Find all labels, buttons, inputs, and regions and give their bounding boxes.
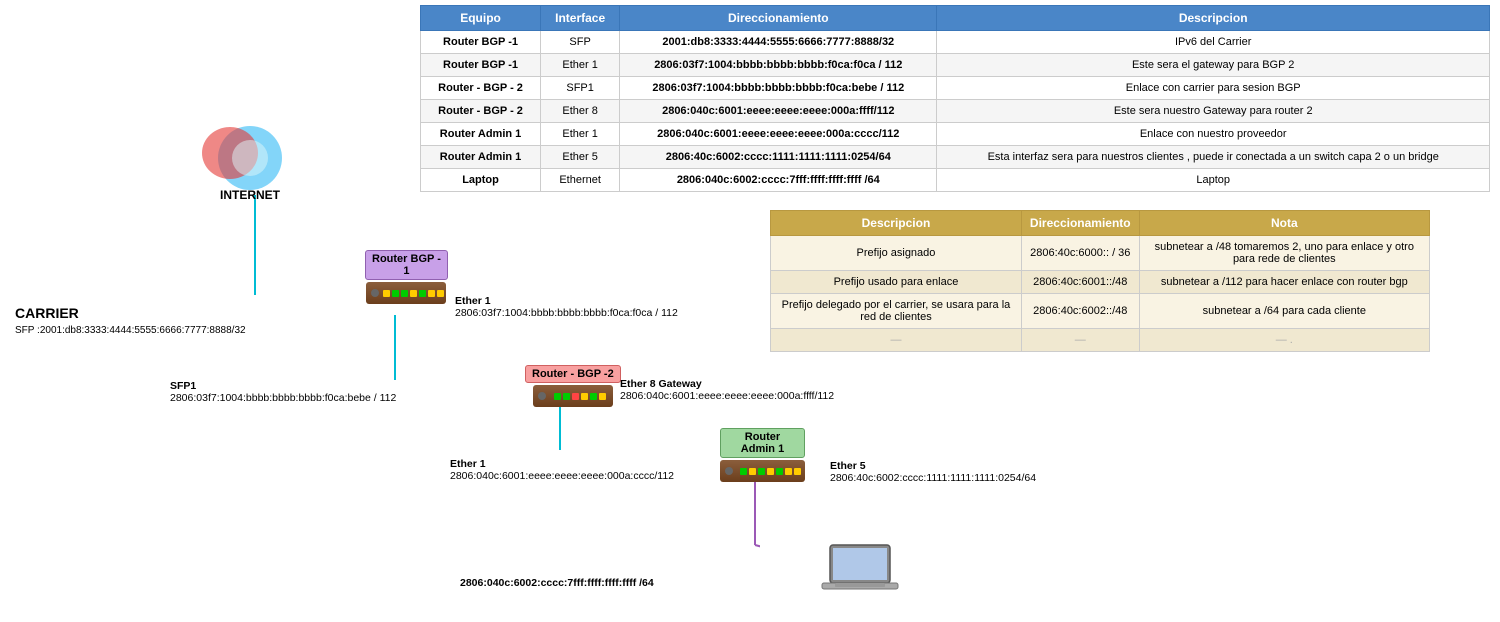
router-bgp1-label: Router BGP -1 <box>365 250 448 280</box>
secondary-table: Descripcion Direccionamiento Nota Prefij… <box>770 210 1430 352</box>
port3 <box>572 393 579 400</box>
router-bgp2-ports <box>554 393 606 400</box>
port5 <box>776 468 783 475</box>
router-bgp1-ports <box>383 290 444 297</box>
port1 <box>554 393 561 400</box>
sec-cell-nota: subnetear a /48 tomaremos 2, uno para en… <box>1139 236 1429 271</box>
port4 <box>581 393 588 400</box>
port7 <box>794 468 801 475</box>
laptop-svg <box>820 540 900 600</box>
admin1-ether1-label: Ether 1 2806:040c:6001:eeee:eeee:eeee:00… <box>450 458 674 482</box>
port4 <box>767 468 774 475</box>
table-row: Prefijo usado para enlace2806:40c:6001::… <box>771 271 1430 294</box>
cell-desc: Este sera nuestro Gateway para router 2 <box>937 100 1490 123</box>
sec-cell-desc: — <box>771 329 1022 352</box>
port7 <box>437 290 444 297</box>
admin1-ether5-label: Ether 5 2806:40c:6002:cccc:1111:1111:111… <box>830 460 1036 484</box>
sec-cell-nota: subnetear a /112 para hacer enlace con r… <box>1139 271 1429 294</box>
carrier-label: CARRIER SFP :2001:db8:3333:4444:5555:666… <box>15 305 246 336</box>
sec-cell-desc: Prefijo asignado <box>771 236 1022 271</box>
router-bgp1-box: Router BGP -1 <box>365 250 448 304</box>
table-row: Prefijo delegado por el carrier, se usar… <box>771 294 1430 329</box>
cell-desc: Laptop <box>937 169 1490 192</box>
sec-cell-desc: Prefijo usado para enlace <box>771 271 1022 294</box>
port1 <box>383 290 390 297</box>
sec-cell-nota: — . <box>1139 329 1429 352</box>
cell-desc: Esta interfaz sera para nuestros cliente… <box>937 146 1490 169</box>
sec-cell-desc: Prefijo delegado por el carrier, se usar… <box>771 294 1022 329</box>
router-bgp2-box: Router - BGP -2 <box>525 365 621 407</box>
laptop-addr-label: 2806:040c:6002:cccc:7fff:ffff:ffff:ffff … <box>460 577 654 589</box>
sec-cell-dir: 2806:40c:6001::/48 <box>1021 271 1139 294</box>
network-diagram: CARRIER SFP :2001:db8:3333:4444:5555:666… <box>0 0 760 622</box>
port2 <box>563 393 570 400</box>
cell-desc: Este sera el gateway para BGP 2 <box>937 54 1490 77</box>
port5 <box>419 290 426 297</box>
port2 <box>749 468 756 475</box>
cell-desc: IPv6 del Carrier <box>937 31 1490 54</box>
router-bgp1-device <box>366 282 446 304</box>
router-bgp2-device <box>533 385 613 407</box>
port3 <box>401 290 408 297</box>
sec-col-desc: Descripcion <box>771 211 1022 236</box>
port6 <box>599 393 606 400</box>
port5 <box>590 393 597 400</box>
col-desc: Descripcion <box>937 6 1490 31</box>
sec-cell-dir: 2806:40c:6000:: / 36 <box>1021 236 1139 271</box>
laptop-icon <box>820 540 900 603</box>
table-row: ——— . <box>771 329 1430 352</box>
sec-cell-dir: — <box>1021 329 1139 352</box>
table-row: Prefijo asignado2806:40c:6000:: / 36subn… <box>771 236 1430 271</box>
bgp2-sfp1-label: SFP1 2806:03f7:1004:bbbb:bbbb:bbbb:f0ca:… <box>170 380 396 404</box>
port2 <box>392 290 399 297</box>
bgp1-ether1-label: Ether 1 2806:03f7:1004:bbbb:bbbb:bbbb:f0… <box>455 295 678 319</box>
sec-col-nota: Nota <box>1139 211 1429 236</box>
cell-desc: Enlace con carrier para sesion BGP <box>937 77 1490 100</box>
port4 <box>410 290 417 297</box>
port3 <box>758 468 765 475</box>
router-admin1-device <box>720 460 805 482</box>
port1 <box>740 468 747 475</box>
sec-cell-nota: subnetear a /64 para cada cliente <box>1139 294 1429 329</box>
cloud-svg <box>195 123 305 193</box>
internet-cloud: INTERNET <box>195 120 305 205</box>
router-admin1-box: Router Admin 1 <box>720 428 805 482</box>
router-bgp2-label: Router - BGP -2 <box>525 365 621 383</box>
sec-col-dir: Direccionamiento <box>1021 211 1139 236</box>
port6 <box>785 468 792 475</box>
cell-desc: Enlace con nuestro proveedor <box>937 123 1490 146</box>
router-admin1-ports <box>740 468 801 475</box>
router-admin1-label: Router Admin 1 <box>720 428 805 458</box>
bgp2-ether8-label: Ether 8 Gateway 2806:040c:6001:eeee:eeee… <box>620 378 834 402</box>
sec-cell-dir: 2806:40c:6002::/48 <box>1021 294 1139 329</box>
internet-label: INTERNET <box>220 188 280 202</box>
port6 <box>428 290 435 297</box>
